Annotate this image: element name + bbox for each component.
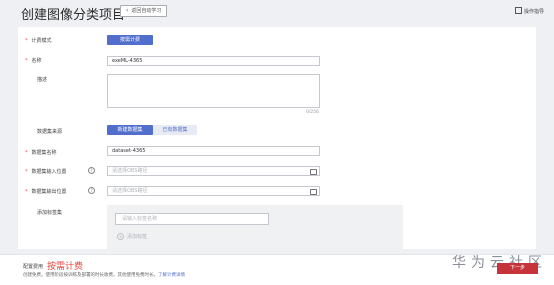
billing-mode-label: * 计费模式 (25, 37, 52, 44)
help-icon[interactable]: ? (88, 167, 95, 174)
billing-mode-text: 计费模式 (31, 38, 52, 44)
description-counter: 0/256 (306, 110, 319, 115)
description-textarea[interactable] (107, 74, 320, 108)
required-mark: * (25, 38, 28, 44)
help-icon[interactable]: ? (88, 187, 95, 194)
page: 创建图像分类项目 ‹ 返回自动学习 操作指导 * 计费模式 按需计费 * 名称 exe… (0, 0, 554, 285)
config-fee-description: 创建免费。使用阶段按训练及部署的时长收费。其他使用免费时长。了解计费详情 (23, 272, 185, 278)
output-location-text: 数据集输出位置 (31, 189, 67, 195)
name-label-text: 名称 (31, 58, 42, 64)
existing-dataset-option[interactable]: 已有数据集 (153, 125, 197, 135)
required-mark: * (25, 58, 28, 64)
input-location-label: * 数据集输入位置 (25, 168, 67, 175)
add-label-button[interactable]: + 添加标签 (117, 233, 147, 240)
dataset-name-text: 数据集名称 (31, 150, 57, 156)
dataset-name-label: * 数据集名称 (25, 149, 57, 156)
name-input[interactable]: exeML-4365 (107, 56, 320, 66)
next-button[interactable]: 下一步 (497, 263, 538, 274)
config-fee-label: 配置费用 (23, 264, 44, 270)
footer-bar: 配置费用 按需计费 创建免费。使用阶段按训练及部署的时长收费。其他使用免费时长。… (0, 254, 554, 285)
name-label: * 名称 (25, 57, 42, 64)
label-name-input[interactable]: 请输入标签名称 (115, 213, 269, 225)
form-panel: * 计费模式 按需计费 * 名称 exeML-4365 描述 0/256 数据集来源… (18, 27, 536, 259)
billing-details-link[interactable]: 了解计费详情 (158, 273, 185, 278)
dataset-source-label: 数据集来源 (37, 129, 63, 135)
chevron-left-icon: ‹ (126, 7, 129, 14)
label-set-area: 请输入标签名称 + 添加标签 (107, 205, 403, 259)
dataset-name-input[interactable]: dataset-4365 (107, 146, 320, 156)
folder-icon[interactable] (310, 169, 317, 175)
guide-label: 操作指导 (523, 9, 544, 15)
config-desc-text: 创建免费。使用阶段按训练及部署的时长收费。 (23, 273, 118, 278)
page-title: 创建图像分类项目 (21, 8, 126, 23)
config-desc-tail: 其他使用免费时长。 (117, 273, 159, 278)
description-label: 描述 (37, 77, 48, 83)
required-mark: * (25, 150, 28, 156)
billing-mode-button[interactable]: 按需计费 (107, 35, 153, 45)
input-location-text: 数据集输入位置 (31, 169, 67, 175)
operation-guide-link[interactable]: 操作指导 (514, 7, 544, 15)
plus-circle-icon: + (117, 233, 124, 240)
config-fee-value: 按需计费 (47, 262, 84, 272)
new-dataset-option[interactable]: 新建数据集 (107, 125, 153, 135)
input-location-field[interactable]: 请选择OBS路径 (107, 166, 320, 176)
label-set-label: 添加标签集 (37, 210, 63, 216)
back-button[interactable]: ‹ 返回自动学习 (120, 5, 168, 17)
required-mark: * (25, 189, 28, 195)
add-label-text: 添加标签 (127, 234, 148, 240)
guide-icon (514, 7, 522, 14)
output-location-field[interactable]: 请选择OBS路径 (107, 186, 320, 196)
back-button-label: 返回自动学习 (131, 8, 162, 14)
folder-icon[interactable] (310, 189, 317, 195)
output-location-label: * 数据集输出位置 (25, 188, 67, 195)
required-mark: * (25, 169, 28, 175)
